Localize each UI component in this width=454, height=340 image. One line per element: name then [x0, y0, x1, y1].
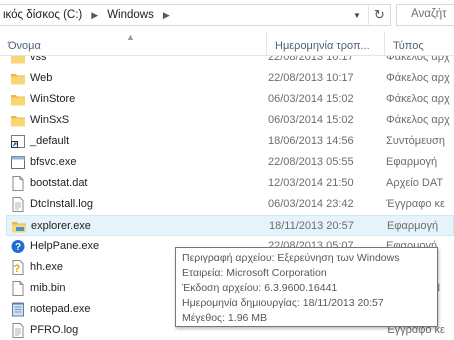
breadcrumb[interactable]: ικός δίσκος (C:) ▶ Windows ▶ ▼ ↻: [0, 4, 391, 26]
file-date-modified: 18/06/2013 14:56: [268, 135, 354, 147]
file-name: hh.exe: [30, 261, 64, 273]
chevron-down-icon[interactable]: ▼: [346, 5, 368, 25]
file-name: DtcInstall.log: [30, 198, 93, 210]
file-date-modified: 06/03/2014 15:02: [268, 114, 354, 126]
file-row[interactable]: WinSxS 06/03/2014 15:02 Φάκελος αρχ: [6, 110, 454, 131]
file-row[interactable]: WinStore 06/03/2014 15:02 Φάκελος αρχ: [6, 89, 454, 110]
help-file-icon: ?: [10, 260, 26, 275]
file-name: _default: [30, 135, 70, 147]
file-date-modified: 12/03/2014 21:50: [268, 177, 354, 189]
file-type: Φάκελος αρχ: [386, 114, 450, 126]
column-header: ▲ Όνομα Ημερομηνία τροπ... Τύπος: [0, 32, 454, 56]
breadcrumb-drive[interactable]: ικός δίσκος (C:): [0, 9, 86, 21]
file-date-modified: 22/08/2013 10:17: [268, 72, 354, 84]
refresh-icon[interactable]: ↻: [368, 5, 390, 25]
tooltip-version: Έκδοση αρχείου: 6.3.9600.16441: [182, 282, 338, 294]
folder-icon: [10, 92, 26, 107]
text-document-icon: [10, 197, 26, 212]
file-row[interactable]: bfsvc.exe 22/08/2013 05:55 Εφαρμογή: [6, 152, 454, 173]
search-input[interactable]: Αναζήτ: [396, 4, 454, 26]
file-date-modified: 22/08/2013 10:17: [268, 56, 354, 63]
breadcrumb-windows[interactable]: Windows: [103, 9, 158, 21]
tooltip-created: Ημερομηνία δημιουργίας: 18/11/2013 20:57: [182, 297, 384, 309]
file-type: Έγγραφο κε: [386, 198, 445, 210]
file-name: notepad.exe: [30, 303, 91, 315]
file-date-modified: 18/11/2013 20:57: [269, 220, 354, 232]
folder-icon: [10, 71, 26, 86]
file-row[interactable]: DtcInstall.log 06/03/2014 23:42 Έγγραφο κε: [6, 194, 454, 215]
file-row[interactable]: vss 22/08/2013 10:17 Φάκελος αρχ: [6, 56, 454, 68]
breadcrumb-separator-icon[interactable]: ▶: [86, 10, 103, 21]
tooltip-company: Εταιρεία: Microsoft Corporation: [182, 267, 327, 279]
file-type: Εφαρμογή: [387, 220, 439, 232]
file-icon: [10, 176, 26, 191]
column-type[interactable]: Τύπος: [384, 32, 454, 56]
shortcut-icon: [10, 134, 26, 149]
column-date-modified[interactable]: Ημερομηνία τροπ...: [266, 32, 384, 56]
notepad-icon: [10, 302, 26, 317]
file-name: Web: [30, 72, 53, 84]
file-date-modified: 06/03/2014 15:02: [268, 93, 354, 105]
file-row[interactable]: Web 22/08/2013 10:17 Φάκελος αρχ: [6, 68, 454, 89]
breadcrumb-separator-icon[interactable]: ▶: [158, 10, 175, 21]
file-type: Φάκελος αρχ: [386, 93, 450, 105]
file-name: WinStore: [30, 93, 76, 105]
file-row[interactable]: _default 18/06/2013 14:56 Συντόμευση: [6, 131, 454, 152]
folder-icon: [10, 56, 26, 65]
column-name[interactable]: Όνομα: [0, 32, 266, 56]
file-row[interactable]: bootstat.dat 12/03/2014 21:50 Αρχείο DAT: [6, 173, 454, 194]
file-name: vss: [30, 56, 47, 63]
file-type: Φάκελος αρχ: [386, 72, 450, 84]
file-name: explorer.exe: [31, 220, 91, 232]
tooltip-description: Περιγραφή αρχείου: Εξερεύνηση των Window…: [182, 252, 400, 264]
file-type: Φάκελος αρχ: [386, 56, 450, 63]
file-icon: [10, 281, 26, 296]
file-name: bootstat.dat: [30, 177, 88, 189]
address-bar: ικός δίσκος (C:) ▶ Windows ▶ ▼ ↻ Αναζήτ: [0, 0, 454, 32]
file-name: PFRO.log: [30, 324, 79, 336]
file-name: WinSxS: [30, 114, 70, 126]
file-name: HelpPane.exe: [30, 240, 100, 252]
file-date-modified: 06/03/2014 23:42: [268, 198, 354, 210]
explorer-icon: [11, 219, 27, 234]
file-row[interactable]: explorer.exe 18/11/2013 20:57 Εφαρμογή: [6, 215, 454, 236]
file-name: bfsvc.exe: [30, 156, 77, 168]
file-type: Αρχείο DAT: [386, 177, 444, 189]
folder-icon: [10, 113, 26, 128]
svg-text:?: ?: [15, 242, 21, 253]
text-document-icon: [10, 323, 26, 338]
help-icon: ?: [10, 239, 26, 254]
file-info-tooltip: Περιγραφή αρχείου: Εξερεύνηση των Window…: [175, 247, 438, 327]
file-type: Συντόμευση: [386, 135, 445, 147]
tooltip-size: Μέγεθος: 1.96 MB: [182, 312, 268, 324]
file-name: mib.bin: [30, 282, 66, 294]
application-icon: [10, 155, 26, 170]
file-date-modified: 22/08/2013 05:55: [268, 156, 354, 168]
file-type: Εφαρμογή: [386, 156, 438, 168]
svg-text:?: ?: [14, 263, 21, 275]
